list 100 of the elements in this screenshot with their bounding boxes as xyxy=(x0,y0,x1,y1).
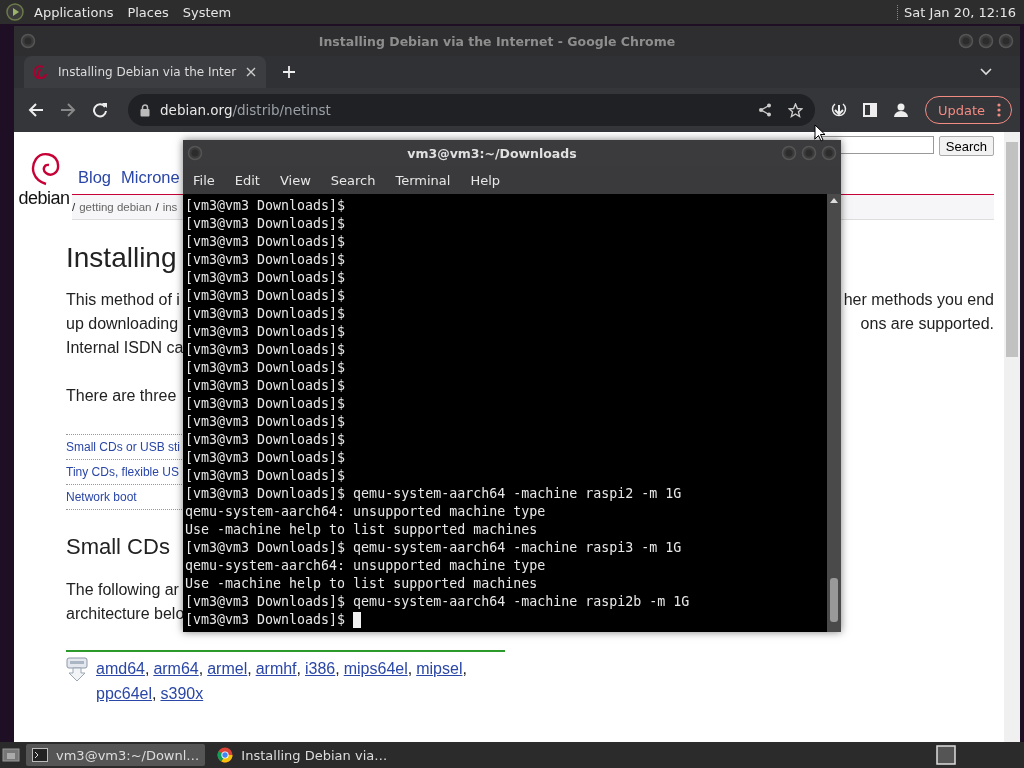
paragraph-text: There are three xyxy=(66,386,177,406)
scroll-up-icon[interactable] xyxy=(830,198,838,203)
back-icon[interactable] xyxy=(28,102,44,118)
terminal-line: [vm3@vm3 Downloads]$ xyxy=(185,233,346,251)
desktop-icon[interactable] xyxy=(2,748,20,762)
window-title: Installing Debian via the Internet - Google Chrome xyxy=(317,33,677,49)
taskbar-button[interactable]: vm3@vm3:~/Downl… xyxy=(26,744,206,766)
toc-link[interactable]: Network boot xyxy=(66,490,137,504)
panel-menu[interactable]: System xyxy=(182,4,232,20)
menu-item[interactable]: Edit xyxy=(234,172,260,188)
section-heading: Small CDs xyxy=(66,534,170,560)
address-bar[interactable]: debian.org/distrib/netinst xyxy=(128,94,815,126)
clock: Sat Jan 20, 12:16 xyxy=(897,4,1016,20)
terminal-icon xyxy=(32,748,48,762)
menu-item[interactable]: File xyxy=(193,172,215,188)
star-icon[interactable] xyxy=(787,102,803,118)
scrollbar[interactable] xyxy=(827,194,841,632)
menu-item[interactable]: View xyxy=(279,172,311,188)
new-tab-icon[interactable] xyxy=(282,65,297,79)
paragraph-text: Internal ISDN ca xyxy=(66,338,184,358)
separator-text: , xyxy=(462,660,467,677)
scrollbar-thumb[interactable] xyxy=(1006,142,1018,357)
separator-text: , xyxy=(296,660,301,677)
architecture-link[interactable]: armhf xyxy=(255,660,297,677)
swirl-icon xyxy=(34,65,48,79)
terminal-line: Use -machine help to list supported machines xyxy=(185,575,538,593)
terminal-line: [vm3@vm3 Downloads]$ xyxy=(185,611,346,629)
architecture-link[interactable]: ppc64el xyxy=(96,685,153,702)
terminal-line: [vm3@vm3 Downloads]$ qemu-system-aarch64 -machine raspi2b -m 1G xyxy=(185,593,690,611)
separator-text: , xyxy=(335,660,340,677)
terminal-line: qemu-system-aarch64: unsupported machine type xyxy=(185,557,546,575)
profile-icon[interactable] xyxy=(892,102,909,118)
terminal-line: [vm3@vm3 Downloads]$ xyxy=(185,413,346,431)
menu-item[interactable]: Search xyxy=(330,172,376,188)
architecture-link[interactable]: i386 xyxy=(305,660,336,677)
architecture-link[interactable]: mips64el xyxy=(343,660,408,677)
breadcrumb-separator: / xyxy=(155,201,159,213)
terminal-line: [vm3@vm3 Downloads]$ xyxy=(185,197,346,215)
paragraph-text: The following ar xyxy=(66,580,179,600)
separator-text: , xyxy=(247,660,252,677)
terminal-line: [vm3@vm3 Downloads]$ xyxy=(185,377,346,395)
browser-icon xyxy=(217,747,234,763)
terminal-line: [vm3@vm3 Downloads]$ xyxy=(185,269,346,287)
logo-text[interactable]: debian xyxy=(18,188,70,208)
forward-icon[interactable] xyxy=(60,102,76,118)
architecture-link[interactable]: amd64 xyxy=(96,660,145,677)
taskbar-button[interactable]: Installing Debian via… xyxy=(211,744,394,766)
paragraph-text: architecture belo xyxy=(66,604,185,624)
nav-link[interactable]: Blog xyxy=(78,167,112,187)
lock-icon xyxy=(140,103,150,117)
app-menu-icon[interactable] xyxy=(6,3,24,21)
toc-link[interactable]: Small CDs or USB sti xyxy=(66,440,181,454)
paragraph-text: her methods you end xyxy=(843,290,994,310)
terminal-line: [vm3@vm3 Downloads]$ qemu-system-aarch64 -machine raspi3 -m 1G xyxy=(185,539,682,557)
paragraph-text: This method of i xyxy=(66,290,180,310)
nav-link[interactable]: Microne xyxy=(121,167,180,187)
terminal-line: [vm3@vm3 Downloads]$ xyxy=(185,251,346,269)
terminal-line: [vm3@vm3 Downloads]$ qemu-system-aarch64 -machine raspi2 -m 1G xyxy=(185,485,682,503)
side-panel-icon[interactable] xyxy=(862,103,877,117)
terminal-line: [vm3@vm3 Downloads]$ xyxy=(185,449,346,467)
architecture-link[interactable]: arm64 xyxy=(153,660,199,677)
terminal-line: [vm3@vm3 Downloads]$ xyxy=(185,305,346,323)
terminal-line: [vm3@vm3 Downloads]$ xyxy=(185,359,346,377)
panel-menu[interactable]: Places xyxy=(127,4,169,20)
share-icon[interactable] xyxy=(757,103,772,117)
architecture-link[interactable]: armel xyxy=(207,660,248,677)
architecture-link[interactable]: mipsel xyxy=(416,660,463,677)
terminal-line: Use -machine help to list supported machines xyxy=(185,521,538,539)
terminal-line: [vm3@vm3 Downloads]$ xyxy=(185,215,346,233)
breadcrumb-link[interactable]: getting debian xyxy=(79,201,152,213)
more-icon xyxy=(997,103,1001,117)
terminal-line: [vm3@vm3 Downloads]$ xyxy=(185,431,346,449)
separator-text: , xyxy=(407,660,413,677)
paragraph-text: up downloading xyxy=(66,314,179,334)
breadcrumb-separator: / xyxy=(72,201,76,213)
breadcrumb-link[interactable]: ins xyxy=(162,201,178,213)
terminal-line: [vm3@vm3 Downloads]$ xyxy=(185,395,346,413)
toc-link[interactable]: Tiny CDs, flexible US xyxy=(66,465,179,479)
chevron-down-icon[interactable] xyxy=(980,68,992,76)
paragraph-text: ons are supported. xyxy=(860,314,994,334)
terminal-line: [vm3@vm3 Downloads]$ xyxy=(185,467,346,485)
browser-tab[interactable]: Installing Debian via the Inter xyxy=(24,56,267,88)
menu-item[interactable]: Terminal xyxy=(395,172,451,188)
scrollbar-thumb[interactable] xyxy=(830,578,838,622)
scrollbar[interactable] xyxy=(1004,132,1020,742)
window-title: vm3@vm3:~/Downloads xyxy=(406,145,578,161)
panel-menu[interactable]: Applications xyxy=(34,4,114,20)
separator-text: , xyxy=(144,660,150,677)
terminal-line: [vm3@vm3 Downloads]$ xyxy=(185,287,346,305)
menu-item[interactable]: Help xyxy=(470,172,501,188)
reload-icon[interactable] xyxy=(92,102,108,118)
workspace-icon[interactable] xyxy=(936,745,956,765)
terminal-line: [vm3@vm3 Downloads]$ xyxy=(185,341,346,359)
architecture-link[interactable]: s390x xyxy=(160,685,204,702)
separator-text: , xyxy=(152,685,157,702)
separator-text: , xyxy=(198,660,204,677)
download-drive-icon xyxy=(66,656,88,682)
download-icon[interactable] xyxy=(830,102,847,118)
terminal-line: qemu-system-aarch64: unsupported machine type xyxy=(185,503,546,521)
search-button[interactable]: Search xyxy=(938,136,994,156)
